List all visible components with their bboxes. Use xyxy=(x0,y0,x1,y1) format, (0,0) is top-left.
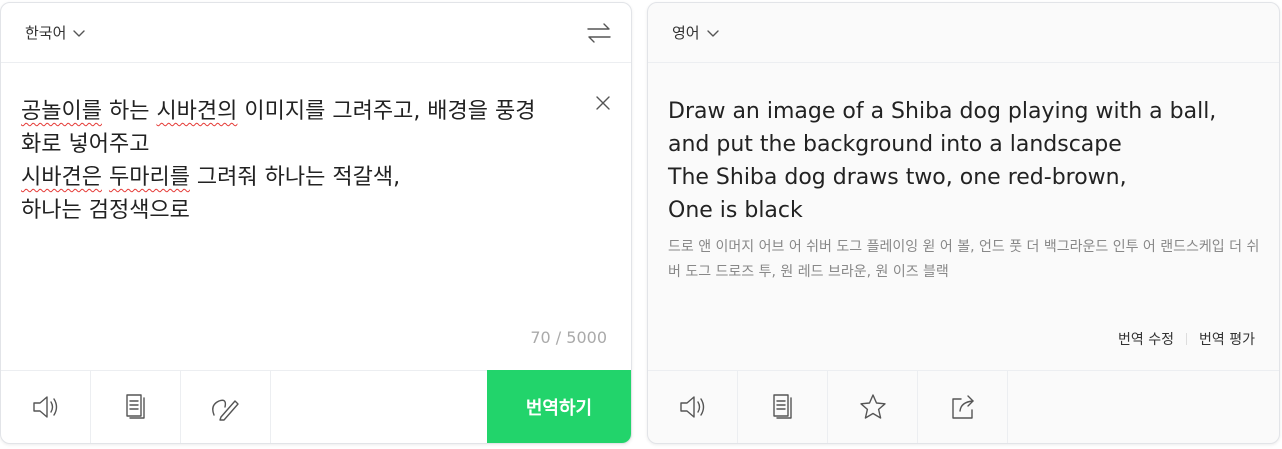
star-icon xyxy=(859,394,886,419)
clear-text-button[interactable] xyxy=(595,95,611,115)
source-text-segment: 그려줘 하나는 적갈색, xyxy=(189,165,401,190)
copy-icon xyxy=(772,394,792,419)
translated-text: Draw an image of a Shiba dog playing wit… xyxy=(668,99,1217,223)
spellcheck-word[interactable]: 공놀이를 xyxy=(21,99,102,124)
divider xyxy=(1186,333,1188,345)
share-icon xyxy=(951,395,974,419)
spellcheck-word[interactable]: 시바견은 xyxy=(21,165,102,190)
swap-languages-button[interactable] xyxy=(587,23,611,47)
source-text-segment xyxy=(102,165,109,190)
share-button[interactable] xyxy=(918,371,1008,443)
source-text-input[interactable]: 공놀이를 하는 시바견의 이미지를 그려주고, 배경을 풍경 화로 넣어주고 시바견… xyxy=(21,95,581,227)
translate-button[interactable]: 번역하기 xyxy=(487,370,631,443)
source-language-select[interactable]: 한국어 xyxy=(25,22,86,43)
spellcheck-word[interactable]: 두마리를 xyxy=(109,165,190,190)
copy-button[interactable] xyxy=(738,371,828,443)
source-panel: 한국어 공놀이를 하는 시바견의 이미지를 그려주고, 배경을 풍경화로 넣어주… xyxy=(0,2,632,444)
source-text-line: 시바견은 두마리를 그려줘 하나는 적갈색, xyxy=(21,161,581,194)
target-language-label: 영어 xyxy=(672,24,700,42)
pronunciation-text: 드로 앤 이머지 어브 어 쉬버 도그 플레이잉 윋 어 볼, 언드 풋 더 백… xyxy=(668,239,1260,280)
swap-icon xyxy=(587,23,611,43)
dictionary-icon xyxy=(125,394,145,419)
speaker-icon xyxy=(32,396,57,418)
spellcheck-word[interactable]: 시바견의 xyxy=(156,99,237,124)
speaker-icon xyxy=(679,396,704,418)
target-language-select[interactable]: 영어 xyxy=(672,22,720,43)
chevron-down-icon xyxy=(72,26,86,40)
target-toolbar xyxy=(648,370,1279,443)
source-text-segment: 하는 xyxy=(101,99,157,124)
target-language-bar: 영어 xyxy=(648,3,1279,63)
character-count: 70 / 5000 xyxy=(530,328,607,347)
rate-translation-link[interactable]: 번역 평가 xyxy=(1199,329,1255,349)
source-text-line: 공놀이를 하는 시바견의 이미지를 그려주고, 배경을 풍경 xyxy=(21,95,581,128)
target-panel: 영어 Draw an image of a Shiba dog playing … xyxy=(647,2,1280,444)
edit-translation-link[interactable]: 번역 수정 xyxy=(1118,329,1174,349)
source-text-segment: 화로 넣어주고 xyxy=(21,132,150,157)
dictionary-button[interactable] xyxy=(91,371,181,443)
source-text-segment: 하나는 검정색으로 xyxy=(21,198,190,223)
source-text-segment: 이미지를 그려주고, 배경을 풍경 xyxy=(237,99,536,124)
source-text-line: 하나는 검정색으로 xyxy=(21,194,581,227)
source-language-label: 한국어 xyxy=(25,24,67,42)
favorite-button[interactable] xyxy=(828,371,918,443)
translation-actions: 번역 수정 번역 평가 xyxy=(1118,329,1255,349)
target-listen-button[interactable] xyxy=(648,371,738,443)
close-icon xyxy=(596,96,610,110)
source-listen-button[interactable] xyxy=(1,371,91,443)
handwriting-icon xyxy=(211,399,239,421)
chevron-down-icon xyxy=(706,26,720,40)
source-text-line: 화로 넣어주고 xyxy=(21,128,581,161)
handwriting-button[interactable] xyxy=(181,371,271,443)
source-language-bar: 한국어 xyxy=(1,3,631,63)
